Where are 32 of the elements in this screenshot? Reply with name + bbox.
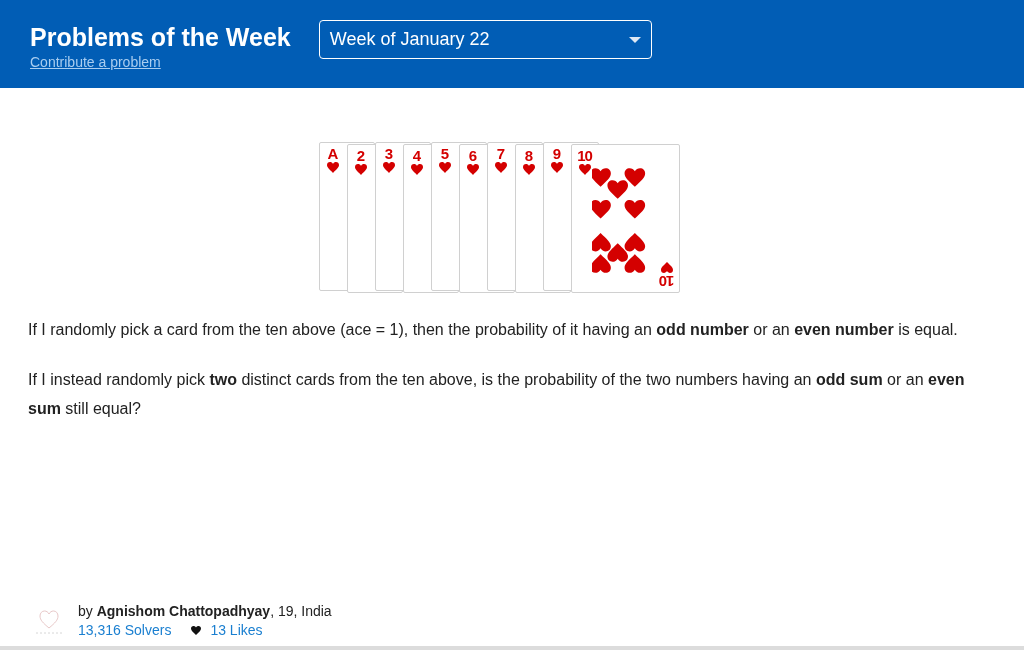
heart-icon bbox=[354, 164, 367, 175]
card-rank: 6 bbox=[468, 148, 477, 164]
card-rank: 10 bbox=[659, 273, 674, 289]
card-rank: 4 bbox=[412, 148, 421, 164]
card-rank: 2 bbox=[356, 148, 365, 164]
heart-icon bbox=[191, 626, 202, 635]
heart-icon bbox=[494, 162, 507, 173]
heart-icon bbox=[660, 262, 673, 273]
card-rank: 10 bbox=[577, 148, 592, 164]
heart-icon bbox=[466, 164, 479, 175]
heart-icon bbox=[326, 162, 339, 173]
solvers-link[interactable]: 13,316 Solvers bbox=[78, 621, 172, 640]
page-title: Problems of the Week bbox=[30, 22, 291, 53]
heart-icon bbox=[438, 162, 451, 173]
card-rank: 5 bbox=[440, 146, 449, 162]
card-rank: 7 bbox=[496, 146, 505, 162]
heart-icon bbox=[382, 162, 395, 173]
heart-icon bbox=[578, 164, 591, 175]
heart-icon bbox=[550, 162, 563, 173]
week-select[interactable]: Week of January 22 bbox=[318, 20, 652, 59]
problem-text: If I randomly pick a card from the ten above (ace = 1), then the probability of it having an odd number or an even number is equal. bbox=[28, 320, 959, 340]
card-rank: 3 bbox=[384, 146, 393, 162]
problem-text: If I instead randomly pick two distinct cards from the ten above, is the probability of the two numbers having an odd sum or an even sum still equal? bbox=[28, 370, 966, 419]
author-byline-text: by Agnishom Chattopadhyay, 19, India bbox=[78, 602, 332, 621]
card-rank: A bbox=[327, 146, 338, 162]
contribute-link[interactable]: Contribute a problem bbox=[30, 54, 291, 70]
heart-icon bbox=[522, 164, 535, 175]
likes-link[interactable]: 13 Likes bbox=[210, 621, 263, 640]
card-rank: 9 bbox=[552, 146, 561, 162]
caret-icon bbox=[628, 36, 641, 43]
heart-icon bbox=[410, 164, 423, 175]
card-rank: 8 bbox=[524, 148, 533, 164]
